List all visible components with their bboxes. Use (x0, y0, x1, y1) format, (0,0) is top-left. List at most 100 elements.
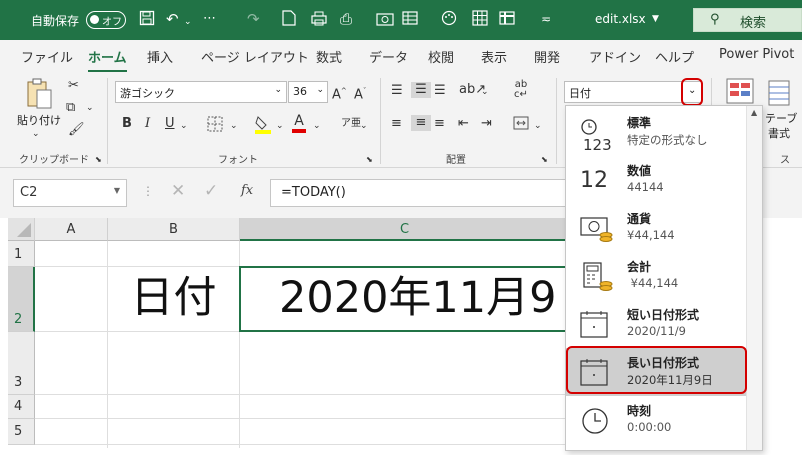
tab-file[interactable]: ファイル (21, 47, 73, 66)
autosave-label: 自動保存 (31, 14, 80, 28)
tab-help[interactable]: ヘルプ (655, 47, 694, 66)
format-option-example: ¥44,144 (627, 228, 675, 242)
bold-button[interactable]: B (122, 116, 132, 132)
copy-icon[interactable]: ⧉ (66, 100, 75, 116)
align-left-icon[interactable]: ≡ (391, 116, 402, 132)
dialog-launcher-icon[interactable]: ⬊ (95, 152, 102, 168)
font-size-select[interactable]: 36 ⌄ (288, 81, 328, 103)
row-header-4[interactable]: 4 (8, 395, 35, 419)
format-option-number[interactable]: 12 数値 44144 (566, 156, 746, 204)
wrap-text-icon[interactable]: ab c↵ (514, 80, 528, 100)
scroll-up-icon[interactable]: ▲ (751, 108, 757, 117)
copy-dropdown-icon[interactable]: ⌄ (86, 100, 94, 116)
font-name-select[interactable]: 游ゴシック ⌄ (115, 81, 287, 103)
palette-icon[interactable] (441, 10, 457, 30)
format-as-table-icon[interactable] (768, 80, 790, 111)
format-option-example: 44144 (627, 180, 664, 194)
dialog-launcher-icon[interactable]: ⬊ (541, 152, 548, 168)
align-middle-icon[interactable]: ☰ (411, 82, 431, 98)
clock-icon (580, 406, 610, 434)
column-header-b[interactable]: B (108, 218, 240, 241)
align-center-icon[interactable]: ≡ (411, 115, 431, 131)
row-header-5[interactable]: 5 (8, 419, 35, 445)
tab-data[interactable]: データ (369, 47, 408, 66)
tab-power-pivot[interactable]: Power Pivot (719, 47, 794, 62)
merge-center-icon[interactable] (513, 115, 529, 136)
underline-button[interactable]: U (165, 116, 175, 132)
format-as-table-label[interactable]: テーブ (765, 110, 797, 126)
fill-color-dropdown-icon[interactable]: ⌄ (276, 118, 284, 134)
phonetic-dropdown-icon[interactable]: ⌄ (360, 118, 368, 134)
dialog-launcher-icon[interactable]: ⬊ (366, 152, 373, 168)
format-option-accounting[interactable]: 会計 ¥44,144 (566, 252, 746, 300)
cancel-icon[interactable]: ✕ (171, 181, 185, 201)
font-color-dropdown-icon[interactable]: ⌄ (313, 118, 321, 134)
borders-dropdown-icon[interactable]: ⌄ (230, 118, 238, 134)
paste-icon[interactable] (24, 78, 54, 115)
format-option-short-date[interactable]: 短い日付形式 2020/11/9 (566, 300, 746, 348)
cell-c2-selected[interactable]: 2020年11月9 (239, 266, 579, 332)
tab-view[interactable]: 表示 (481, 47, 507, 66)
format-painter-icon[interactable]: ⎙ (340, 10, 352, 28)
font-color-button[interactable]: A (292, 113, 306, 133)
print-preview-icon[interactable] (282, 10, 296, 30)
merge-dropdown-icon[interactable]: ⌄ (534, 118, 542, 134)
undo-dropdown-icon[interactable]: ⌄ (184, 13, 192, 31)
splitter-dots-icon[interactable]: ⋮ (142, 184, 154, 198)
cell-b2[interactable]: 日付 (108, 267, 239, 331)
row-header-2[interactable]: 2 (8, 267, 35, 332)
paste-dropdown-icon[interactable]: ⌄ (32, 126, 40, 142)
tab-review[interactable]: 校閲 (428, 47, 454, 66)
column-header-a[interactable]: A (35, 218, 108, 241)
cut-icon[interactable]: ✂ (68, 78, 79, 94)
enter-icon[interactable]: ✓ (204, 181, 218, 201)
row-header-1[interactable]: 1 (8, 241, 35, 267)
format-painter-icon[interactable]: 🖌 (68, 122, 85, 138)
tab-page-layout[interactable]: ページ レイアウト (201, 47, 309, 66)
format-option-general[interactable]: 123 標準 特定の形式なし (566, 108, 746, 156)
scrollbar[interactable]: ▲ (746, 106, 762, 450)
redo-icon[interactable]: ↷ (247, 10, 260, 28)
autosave-toggle[interactable]: オフ (86, 11, 126, 29)
format-option-currency[interactable]: 通貨 ¥44,144 (566, 204, 746, 252)
format-as-table-label-2[interactable]: 書式 (768, 125, 790, 141)
decrease-font-icon[interactable]: Aˇ (354, 83, 366, 103)
search-box[interactable]: ⚲ 検索 (693, 8, 802, 32)
grid-icon[interactable] (472, 10, 488, 30)
italic-button[interactable]: I (145, 116, 150, 132)
camera-icon[interactable] (376, 10, 394, 30)
tab-home[interactable]: ホーム (88, 47, 127, 73)
save-icon[interactable] (139, 10, 155, 30)
fill-color-icon[interactable] (254, 114, 272, 139)
undo-icon[interactable]: ↶ (166, 10, 179, 28)
tab-developer[interactable]: 開発 (534, 47, 560, 66)
tab-addins[interactable]: アドイン (589, 47, 641, 66)
decrease-indent-icon[interactable]: ⇤ (458, 116, 469, 132)
table-icon[interactable] (402, 10, 418, 30)
format-option-time[interactable]: 時刻 0:00:00 (566, 396, 746, 444)
customize-toolbar-icon[interactable]: ≂ (541, 10, 551, 28)
align-right-icon[interactable]: ≡ (434, 116, 445, 132)
tab-insert[interactable]: 挿入 (147, 47, 173, 66)
underline-dropdown-icon[interactable]: ⌄ (180, 118, 188, 134)
insert-function-button[interactable]: fx (241, 183, 253, 198)
file-name[interactable]: edit.xlsx (595, 12, 646, 26)
align-bottom-icon[interactable]: ☰ (434, 83, 446, 99)
orientation-dropdown-icon[interactable]: ⌄ (481, 84, 489, 100)
borders-icon[interactable]: ⋯ (203, 10, 216, 28)
phonetic-guide-icon[interactable]: ア亜 (341, 116, 361, 132)
number-format-select[interactable]: 日付 (564, 81, 682, 103)
print-icon[interactable] (311, 10, 327, 30)
borders-icon[interactable] (207, 116, 223, 137)
tab-formulas[interactable]: 数式 (316, 47, 342, 66)
increase-indent-icon[interactable]: ⇥ (481, 116, 492, 132)
increase-font-icon[interactable]: A^ (332, 83, 347, 103)
align-top-icon[interactable]: ☰ (391, 83, 403, 99)
select-all-corner[interactable] (8, 218, 35, 241)
name-box[interactable]: C2 ▼ (13, 179, 127, 207)
formula-input[interactable]: =TODAY() (270, 179, 570, 207)
row-header-3[interactable]: 3 (8, 332, 35, 395)
freeze-panes-icon[interactable] (499, 10, 515, 30)
column-header-c[interactable]: C (240, 218, 570, 241)
chevron-down-icon[interactable]: ▼ (652, 14, 659, 24)
